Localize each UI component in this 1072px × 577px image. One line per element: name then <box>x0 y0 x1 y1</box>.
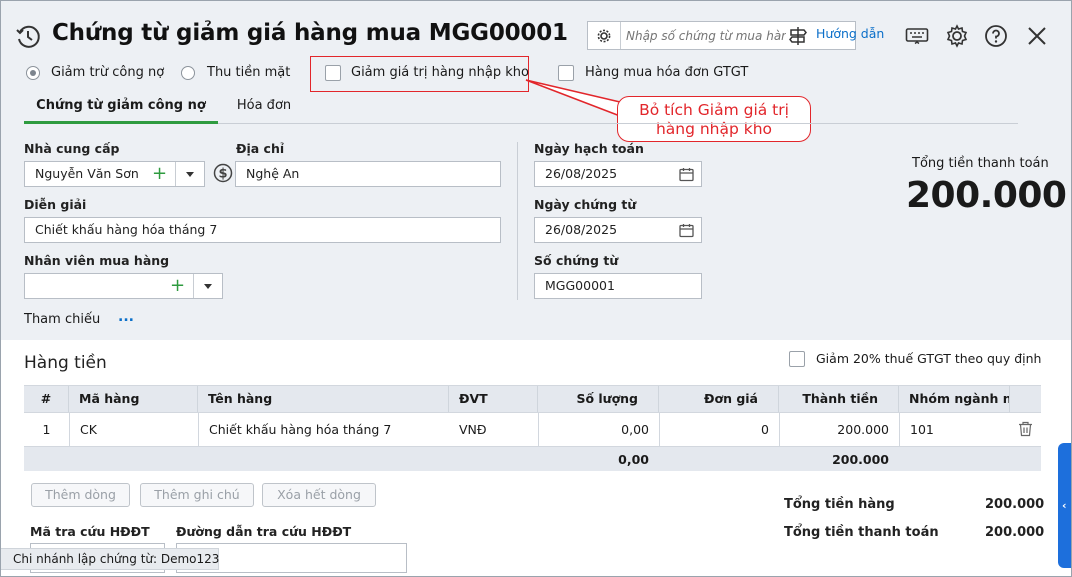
cell-quantity[interactable]: 0,00 <box>538 413 659 446</box>
goods-total-label: Tổng tiền hàng <box>784 497 895 512</box>
buyer-combobox[interactable]: + <box>24 273 223 299</box>
total-payment-label: Tổng tiền thanh toán <box>912 156 1049 171</box>
chevron-down-icon <box>186 172 194 177</box>
guide-link[interactable]: Hướng dẫn <box>816 26 884 41</box>
add-note-button[interactable]: Thêm ghi chú <box>140 483 254 507</box>
grid-header: # Mã hàng Tên hàng ĐVT Số lượng Đơn giá … <box>24 385 1041 413</box>
chevron-down-icon <box>204 284 212 289</box>
pay-total-value: 200.000 <box>985 525 1045 540</box>
grid-footer: 0,00 200.000 <box>24 447 1041 471</box>
checkbox-inventory-reduction[interactable] <box>325 65 341 81</box>
calendar-icon[interactable] <box>679 167 694 182</box>
add-row-button[interactable]: Thêm dòng <box>31 483 130 507</box>
total-payment-value: 200.000 <box>906 175 1067 216</box>
posting-date-value: 26/08/2025 <box>545 166 618 181</box>
history-icon[interactable] <box>14 23 42 51</box>
calendar-icon[interactable] <box>679 223 694 238</box>
buyer-label: Nhân viên mua hàng <box>24 253 170 268</box>
col-amount[interactable]: Thành tiền <box>779 386 899 412</box>
cell-amount[interactable]: 200.000 <box>779 413 899 446</box>
chevron-left-icon: ‹ <box>1062 499 1067 512</box>
keyboard-icon[interactable] <box>904 24 930 48</box>
col-unit[interactable]: ĐVT <box>449 386 538 412</box>
posting-date-input[interactable]: 26/08/2025 <box>534 161 702 187</box>
address-label: Địa chỉ <box>236 141 285 156</box>
section-title: Hàng tiền <box>24 353 107 373</box>
einvoice-code-label: Mã tra cứu HĐĐT <box>30 524 150 539</box>
radio-cash-receipt[interactable] <box>181 66 195 80</box>
branch-status: Chi nhánh lập chứng từ: Demo123 <box>0 548 219 570</box>
address-input[interactable]: Nghệ An <box>235 161 501 187</box>
cell-item-name[interactable]: Chiết khấu hàng hóa tháng 7 <box>198 413 449 446</box>
voucher-search-input[interactable] <box>624 24 788 48</box>
side-panel-toggle[interactable]: ‹ <box>1058 443 1072 568</box>
col-unit-price[interactable]: Đơn giá <box>659 386 779 412</box>
table-row[interactable]: 1 CK Chiết khấu hàng hóa tháng 7 VNĐ 0,0… <box>24 413 1041 447</box>
voucher-date-label: Ngày chứng từ <box>534 197 637 212</box>
voucher-no-label: Số chứng từ <box>534 253 619 268</box>
page-title: Chứng từ giảm giá hàng mua MGG00001 <box>52 20 568 46</box>
reference-label: Tham chiếu <box>24 312 101 327</box>
search-settings-icon[interactable] <box>588 22 621 49</box>
supplier-debt-icon[interactable]: $ <box>212 162 234 184</box>
checkbox-inventory-label: Giảm giá trị hàng nhập kho <box>351 65 529 80</box>
radio-debt-label: Giảm trừ công nợ <box>51 65 165 80</box>
delete-row-button[interactable] <box>1010 413 1041 446</box>
annotation-callout: Bỏ tích Giảm giá trị hàng nhập kho <box>617 96 811 142</box>
voucher-date-value: 26/08/2025 <box>545 222 618 237</box>
guide-signpost-icon[interactable] <box>786 24 810 48</box>
radio-debt-reduction[interactable] <box>26 66 40 80</box>
add-buyer-icon[interactable]: + <box>170 274 185 297</box>
pay-total-label: Tổng tiền thanh toán <box>784 525 939 540</box>
col-item-name[interactable]: Tên hàng <box>198 386 449 412</box>
close-icon[interactable] <box>1024 23 1050 49</box>
col-quantity[interactable]: Số lượng <box>538 386 659 412</box>
checkbox-vat-20-reduce[interactable] <box>789 351 805 367</box>
col-item-code[interactable]: Mã hàng <box>69 386 198 412</box>
cell-unit[interactable]: VNĐ <box>449 413 538 446</box>
buyer-dropdown-button[interactable] <box>193 274 223 298</box>
reference-more-link[interactable]: ... <box>118 309 134 325</box>
col-industry-group[interactable]: Nhóm ngành ngh <box>899 386 1010 412</box>
einvoice-url-label: Đường dẫn tra cứu HĐĐT <box>176 524 352 539</box>
add-supplier-icon[interactable]: + <box>152 162 167 185</box>
svg-text:$: $ <box>218 167 227 182</box>
supplier-dropdown-button[interactable] <box>175 162 205 186</box>
posting-date-label: Ngày hạch toán <box>534 141 644 156</box>
trash-icon <box>1019 421 1032 437</box>
footer-amount-total: 200.000 <box>832 452 889 467</box>
cell-item-code[interactable]: CK <box>69 413 198 446</box>
cell-industry-group[interactable]: 101 <box>899 413 1010 446</box>
supplier-combobox[interactable]: Nguyễn Văn Sơn + <box>24 161 205 187</box>
cell-unit-price[interactable]: 0 <box>659 413 779 446</box>
col-index[interactable]: # <box>24 386 69 412</box>
voucher-date-input[interactable]: 26/08/2025 <box>534 217 702 243</box>
form-divider <box>517 142 518 300</box>
vat-20-reduce-label: Giảm 20% thuế GTGT theo quy định <box>816 351 1042 366</box>
tab-invoice[interactable]: Hóa đơn <box>222 96 306 124</box>
description-label: Diễn giải <box>24 197 87 212</box>
delete-all-rows-button[interactable]: Xóa hết dòng <box>262 483 376 507</box>
callout-line-1: Bỏ tích Giảm giá trị <box>639 101 789 119</box>
help-icon[interactable] <box>983 23 1009 49</box>
voucher-no-input[interactable]: MGG00001 <box>534 273 702 299</box>
footer-quantity-total: 0,00 <box>618 452 649 467</box>
supplier-label: Nhà cung cấp <box>24 141 120 156</box>
voucher-search-box[interactable]: Hướng dẫn <box>587 21 884 50</box>
gear-icon[interactable] <box>944 23 970 49</box>
description-input[interactable]: Chiết khấu hàng hóa tháng 7 <box>24 217 501 243</box>
tab-debt-voucher[interactable]: Chứng từ giảm công nợ <box>24 96 218 124</box>
goods-total-value: 200.000 <box>985 497 1045 512</box>
cell-index: 1 <box>42 422 51 437</box>
supplier-value: Nguyễn Văn Sơn <box>35 166 139 181</box>
radio-cash-label: Thu tiền mặt <box>207 65 291 80</box>
